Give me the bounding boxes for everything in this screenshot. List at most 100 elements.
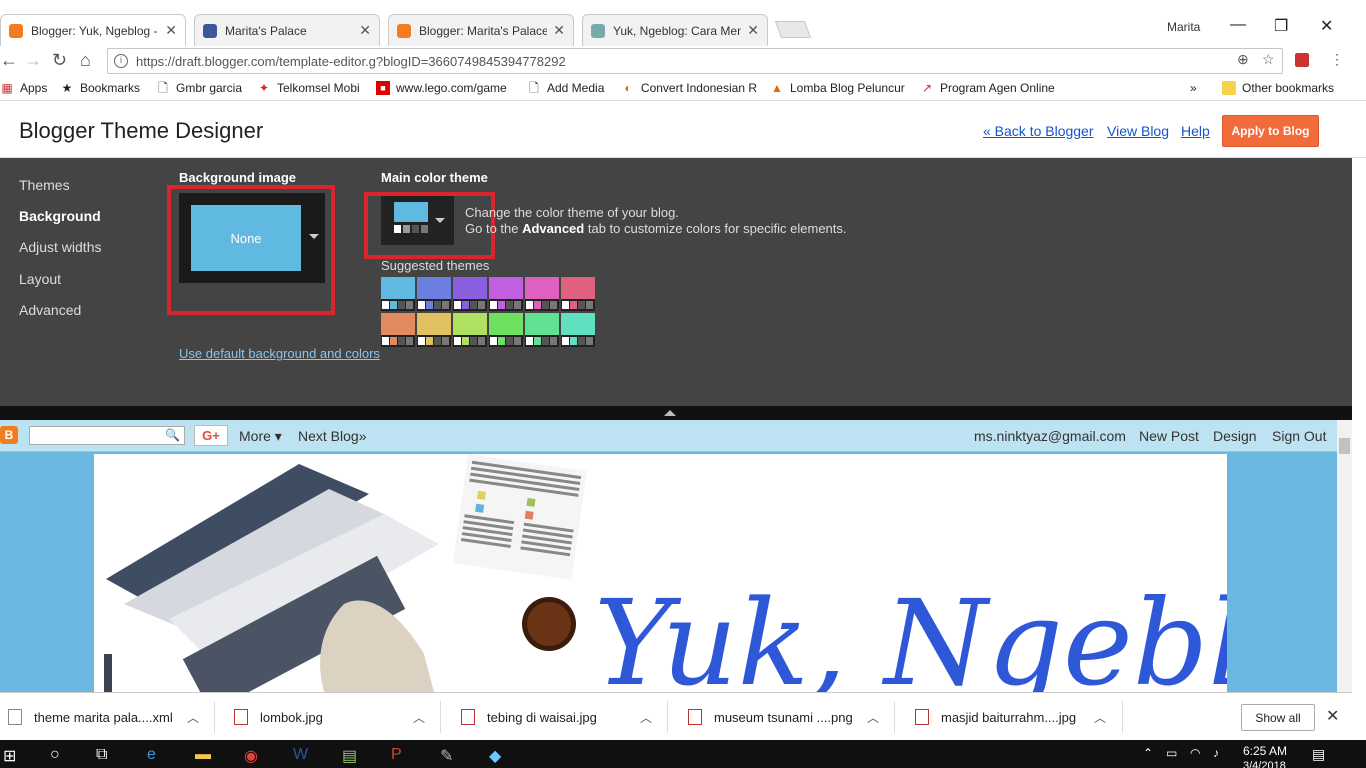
suggested-theme-swatch[interactable] (525, 313, 559, 347)
suggested-theme-swatch[interactable] (417, 277, 451, 311)
forward-arrow-icon[interactable]: → (24, 50, 42, 71)
tab-blogger-yuk-ngeblog[interactable]: Blogger: Yuk, Ngeblog - T ✕ (0, 14, 186, 46)
panel-divider[interactable] (0, 406, 1352, 420)
bookmark-convert-indonesian[interactable]: ◐ Convert Indonesian R (621, 81, 757, 95)
restore-icon[interactable]: ❐ (1274, 16, 1288, 36)
chevron-up-icon[interactable]: ︿ (1094, 709, 1106, 726)
design-link[interactable]: Design (1213, 428, 1257, 444)
search-icon[interactable]: 🔍 (165, 428, 180, 442)
nav-background[interactable]: Background (19, 208, 101, 224)
blog-header-image[interactable]: Yuk, Ngeblog! (94, 454, 1227, 692)
more-menu[interactable]: More ▾ (239, 428, 282, 445)
app-icon[interactable]: ◆ (489, 746, 501, 766)
file-explorer-icon[interactable]: ▬ (195, 746, 211, 764)
suggested-theme-swatch[interactable] (525, 277, 559, 311)
back-arrow-icon[interactable]: ← (0, 50, 18, 71)
close-tab-icon[interactable]: ✕ (747, 22, 759, 39)
task-view-icon[interactable]: ⧉ (96, 746, 107, 764)
suggested-theme-swatch[interactable] (489, 313, 523, 347)
page-scrollbar[interactable] (1337, 420, 1352, 692)
tab-maritas-palace[interactable]: Marita's Palace ✕ (194, 14, 380, 46)
download-item[interactable]: theme marita pala....xml ︿ (8, 693, 208, 741)
back-to-blogger-link[interactable]: « Back to Blogger (983, 123, 1094, 139)
chevron-up-icon[interactable]: ︿ (867, 709, 879, 726)
cortana-search-icon[interactable]: ○ (50, 746, 60, 764)
new-tab-button[interactable] (774, 21, 812, 38)
chevron-up-icon[interactable]: ︿ (640, 709, 652, 726)
nav-advanced[interactable]: Advanced (19, 302, 81, 318)
nav-layout[interactable]: Layout (19, 271, 61, 287)
menu-kebab-icon[interactable]: ⋮ (1330, 51, 1344, 68)
window-close-icon[interactable]: ✕ (1320, 16, 1333, 36)
suggested-theme-swatch[interactable] (453, 277, 487, 311)
download-item[interactable]: lombok.jpg ︿ (234, 693, 434, 741)
reload-icon[interactable]: ↻ (52, 50, 67, 71)
tab-blogger-maritas-palace[interactable]: Blogger: Marita's Palace ✕ (388, 14, 574, 46)
suggested-theme-swatch[interactable] (561, 277, 595, 311)
help-link[interactable]: Help (1181, 123, 1210, 139)
sign-out-link[interactable]: Sign Out (1272, 428, 1326, 444)
suggested-theme-swatch[interactable] (417, 313, 451, 347)
collapse-arrow-icon[interactable] (664, 410, 676, 416)
chevron-up-icon[interactable]: ︿ (413, 709, 425, 726)
zoom-icon[interactable]: ⊕ (1237, 51, 1249, 68)
close-tab-icon[interactable]: ✕ (359, 22, 371, 39)
extension-icon[interactable] (1295, 53, 1309, 67)
nav-themes[interactable]: Themes (19, 177, 70, 193)
powerpoint-icon[interactable]: P (391, 746, 402, 764)
user-email[interactable]: ms.ninktyaz@gmail.com (974, 428, 1126, 444)
action-center-icon[interactable]: ▤ (1312, 746, 1325, 763)
clock-time[interactable]: 6:25 AM (1243, 744, 1287, 758)
google-plus-button[interactable]: G+ (194, 425, 228, 446)
volume-icon[interactable]: ♪ (1213, 746, 1219, 760)
wifi-icon[interactable]: ◠ (1190, 746, 1200, 760)
bookmark-lego[interactable]: ■ www.lego.com/game (376, 81, 512, 95)
close-tab-icon[interactable]: ✕ (165, 22, 177, 39)
use-default-background-link[interactable]: Use default background and colors (179, 346, 380, 361)
address-bar[interactable]: i https://draft.blogger.com/template-edi… (107, 48, 1283, 74)
show-hidden-icons-icon[interactable]: ⌃ (1143, 746, 1153, 760)
nav-adjust-widths[interactable]: Adjust widths (19, 239, 101, 255)
close-tab-icon[interactable]: ✕ (553, 22, 565, 39)
chrome-icon[interactable]: ◉ (244, 746, 258, 766)
word-icon[interactable]: W (293, 746, 308, 764)
notepad-icon[interactable]: ▤ (342, 746, 357, 766)
navbar-search-input[interactable]: 🔍 (29, 426, 185, 445)
new-post-link[interactable]: New Post (1139, 428, 1199, 444)
windows-start-icon[interactable]: ⊞ (3, 746, 16, 766)
next-blog-link[interactable]: Next Blog» (298, 428, 366, 444)
bookmark-gmbr-garcia[interactable]: 🗋 Gmbr garcia (156, 81, 242, 95)
paint-icon[interactable]: ✎ (440, 746, 453, 766)
suggested-theme-swatch[interactable] (489, 277, 523, 311)
download-item[interactable]: masjid baiturrahm....jpg ︿ (915, 693, 1115, 741)
suggested-theme-swatch[interactable] (453, 313, 487, 347)
profile-name[interactable]: Marita (1167, 20, 1200, 34)
bookmark-bookmarks[interactable]: ★ Bookmarks (60, 81, 140, 95)
bookmark-star-icon[interactable]: ☆ (1262, 51, 1275, 68)
edge-browser-icon[interactable]: e (147, 746, 156, 764)
download-item[interactable]: tebing di waisai.jpg ︿ (461, 693, 661, 741)
download-item[interactable]: museum tsunami ....png ︿ (688, 693, 888, 741)
suggested-theme-swatch[interactable] (561, 313, 595, 347)
show-all-downloads-button[interactable]: Show all (1241, 704, 1315, 731)
scrollbar-thumb[interactable] (1339, 438, 1350, 454)
close-downloads-icon[interactable]: ✕ (1326, 706, 1339, 726)
battery-icon[interactable]: ▭ (1166, 746, 1177, 760)
suggested-theme-swatch[interactable] (381, 277, 415, 311)
bookmark-apps[interactable]: ▦ Apps (0, 81, 47, 95)
minimize-icon[interactable]: — (1230, 16, 1246, 34)
suggested-theme-swatch[interactable] (381, 313, 415, 347)
bookmark-telkomsel[interactable]: ✦ Telkomsel Mobi (257, 81, 360, 95)
site-info-icon[interactable]: i (114, 54, 128, 68)
bookmark-add-media[interactable]: 🗋 Add Media (527, 81, 604, 95)
bookmark-lomba-blog[interactable]: ▲ Lomba Blog Peluncur (770, 81, 908, 95)
tab-yuk-ngeblog-cara[interactable]: Yuk, Ngeblog: Cara Mem ✕ (582, 14, 768, 46)
blogger-logo-icon[interactable]: B (0, 426, 18, 444)
bookmark-other-bookmarks[interactable]: Other bookmarks (1222, 81, 1334, 95)
home-icon[interactable]: ⌂ (80, 50, 91, 71)
apply-to-blog-button[interactable]: Apply to Blog (1222, 115, 1319, 147)
bookmark-program-agen[interactable]: ↗ Program Agen Online (920, 81, 1056, 95)
clock-date[interactable]: 3/4/2018 (1243, 760, 1286, 768)
view-blog-link[interactable]: View Blog (1107, 123, 1169, 139)
bookmarks-overflow-icon[interactable]: » (1190, 81, 1197, 95)
